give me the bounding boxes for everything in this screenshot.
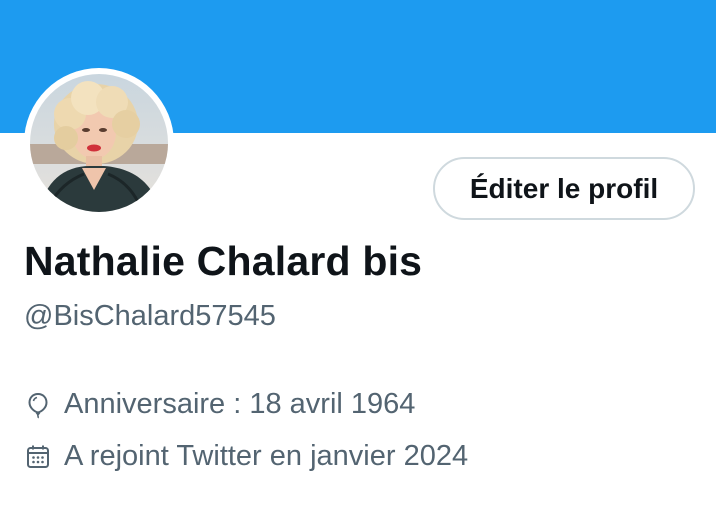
joined-date-text: A rejoint Twitter en janvier 2024 (64, 440, 469, 472)
balloon-icon (24, 391, 52, 419)
joined-date-row: A rejoint Twitter en janvier 2024 (24, 440, 468, 473)
display-name: Nathalie Chalard bis (24, 238, 423, 284)
avatar[interactable] (24, 68, 174, 218)
edit-profile-button[interactable]: Éditer le profil (433, 157, 695, 220)
profile-photo (30, 74, 168, 212)
calendar-icon (24, 443, 52, 471)
birthday-row: Anniversaire : 18 avril 1964 (24, 388, 415, 421)
birthday-text: Anniversaire : 18 avril 1964 (64, 388, 416, 420)
user-handle: @BisChalard57545 (24, 300, 276, 332)
